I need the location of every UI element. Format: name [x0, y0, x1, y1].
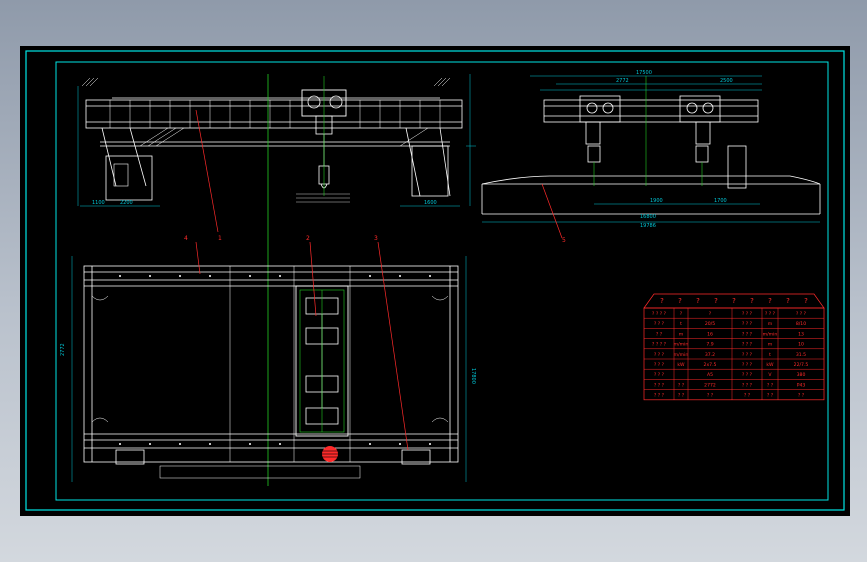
- spec-cell: ? ?: [767, 393, 774, 399]
- dim-right-total-b: 19786: [640, 223, 656, 229]
- plan-gauge-label: 2772: [60, 343, 66, 356]
- spec-cell: ? ?: [678, 382, 685, 388]
- dim-left-c: 1600: [424, 200, 437, 206]
- spec-cell: ? ?: [798, 393, 805, 399]
- spec-cell: kW: [766, 362, 774, 368]
- spec-cell: kW: [677, 362, 685, 368]
- spec-cell: 8/10: [796, 321, 806, 327]
- spec-cell: 13: [798, 331, 804, 337]
- spec-cell: ? ? ?: [654, 362, 665, 368]
- spec-cell: ? ?: [656, 331, 663, 337]
- spec-cell: 2772: [704, 382, 716, 388]
- spec-cell: ? ? ?: [654, 321, 665, 327]
- spec-cell: t: [769, 352, 771, 358]
- spec-cell: ? ?: [678, 393, 685, 399]
- spec-cell: ? ? ?: [742, 382, 753, 388]
- spec-cell: m/min: [674, 342, 689, 348]
- spec-table: ????????? ? ? ? ??? ? ? ? ? ? ? ? ? ? ? ? ? t 2…: [643, 293, 825, 401]
- spec-cell: 2x7.5: [704, 362, 717, 368]
- spec-header-mark: ?: [696, 297, 700, 305]
- spec-cell: V: [768, 372, 772, 378]
- spec-cell: 37.2: [705, 352, 715, 358]
- trolley-note: [296, 193, 350, 203]
- crane-drawing: 1100 2200 1600 17500 2772 2500 1900 1700…: [25, 50, 845, 511]
- leader-5: [541, 183, 563, 239]
- plan-side-label: 17800: [470, 368, 476, 384]
- spec-cell: 31.5: [796, 352, 806, 358]
- spec-cell: ? ? ?: [742, 372, 753, 378]
- spec-cell: ?: [680, 311, 683, 317]
- dim-right-bottom-b: 1700: [714, 198, 727, 204]
- spec-cell: ? ?: [767, 382, 774, 388]
- dim-right-bottom-a: 1900: [650, 198, 663, 204]
- callout-2: 2: [306, 235, 310, 242]
- spec-cell: ? ? ?: [654, 393, 665, 399]
- spec-cell: ?: [709, 311, 712, 317]
- spec-cell: 16: [707, 331, 713, 337]
- spec-cell: t: [680, 321, 682, 327]
- outer-frame: [25, 50, 845, 511]
- leader-2: [309, 241, 317, 317]
- dim-right-total-a: 16800: [640, 214, 656, 220]
- spec-cell: m/min: [763, 331, 778, 337]
- plan-view: [71, 256, 467, 482]
- spec-header-mark: ?: [786, 297, 790, 305]
- spec-cell: ? ? ?: [742, 362, 753, 368]
- dim-top-sub-a: 2772: [616, 78, 629, 84]
- spec-cell: m/min: [674, 352, 689, 358]
- callout-1: 1: [218, 235, 222, 242]
- spec-cell: 10: [798, 342, 804, 348]
- spec-header-mark: ?: [732, 297, 736, 305]
- spec-cell: ? ? ?: [742, 331, 753, 337]
- spec-cell: ? ? ?: [765, 311, 776, 317]
- spec-cell: ? ? ? ?: [652, 311, 667, 317]
- leader-3: [377, 241, 409, 451]
- spec-header-mark: ?: [750, 297, 754, 305]
- spec-cell: ? ? ?: [742, 311, 753, 317]
- spec-cell: 7.9: [706, 342, 713, 348]
- dim-top-sub-b: 2500: [720, 78, 733, 84]
- spec-cell: ? ? ? ?: [652, 342, 667, 348]
- dim-top-span: 17500: [636, 70, 652, 76]
- plan-rivets: [119, 275, 431, 445]
- spec-cell: ? ?: [744, 393, 751, 399]
- spec-cell: 20/5: [705, 321, 715, 327]
- spec-cell: m: [768, 343, 773, 348]
- spec-cell: ? ? ?: [796, 311, 807, 317]
- side-hook-lines: [593, 162, 703, 186]
- dim-left-a: 1100: [92, 200, 105, 206]
- spec-cell: ? ? ?: [742, 321, 753, 327]
- leader-4: [195, 241, 201, 275]
- spec-cell: ? ? ?: [654, 382, 665, 388]
- cad-viewport[interactable]: 1100 2200 1600 17500 2772 2500 1900 1700…: [20, 46, 850, 516]
- spec-header-mark: ?: [714, 297, 718, 305]
- spec-cell: ? ?: [707, 393, 714, 399]
- spec-cell: ? ? ?: [742, 352, 753, 358]
- callout-5: 5: [562, 237, 566, 244]
- spec-header-mark: ?: [678, 297, 682, 305]
- front-elevation-view: [77, 74, 476, 207]
- spec-cell: 380: [797, 372, 806, 378]
- spec-cell: ? ? ?: [654, 352, 665, 358]
- spec-cell: ? ? ?: [742, 342, 753, 348]
- spec-cell: ? ? ?: [654, 372, 665, 378]
- spec-cell: A5: [707, 372, 713, 378]
- callout-3: 3: [374, 235, 378, 242]
- spec-header-mark: ?: [804, 297, 808, 305]
- spec-cell: m: [768, 322, 773, 327]
- spec-cell: P43: [797, 382, 806, 388]
- callout-4: 4: [184, 235, 188, 242]
- dim-left-b: 2200: [120, 200, 133, 206]
- plan-green-guides: [299, 289, 345, 433]
- spec-cell: 22/7.5: [794, 362, 809, 368]
- spec-header-mark: ?: [768, 297, 772, 305]
- spec-cell: m: [679, 332, 684, 337]
- spec-header-mark: ?: [660, 297, 664, 305]
